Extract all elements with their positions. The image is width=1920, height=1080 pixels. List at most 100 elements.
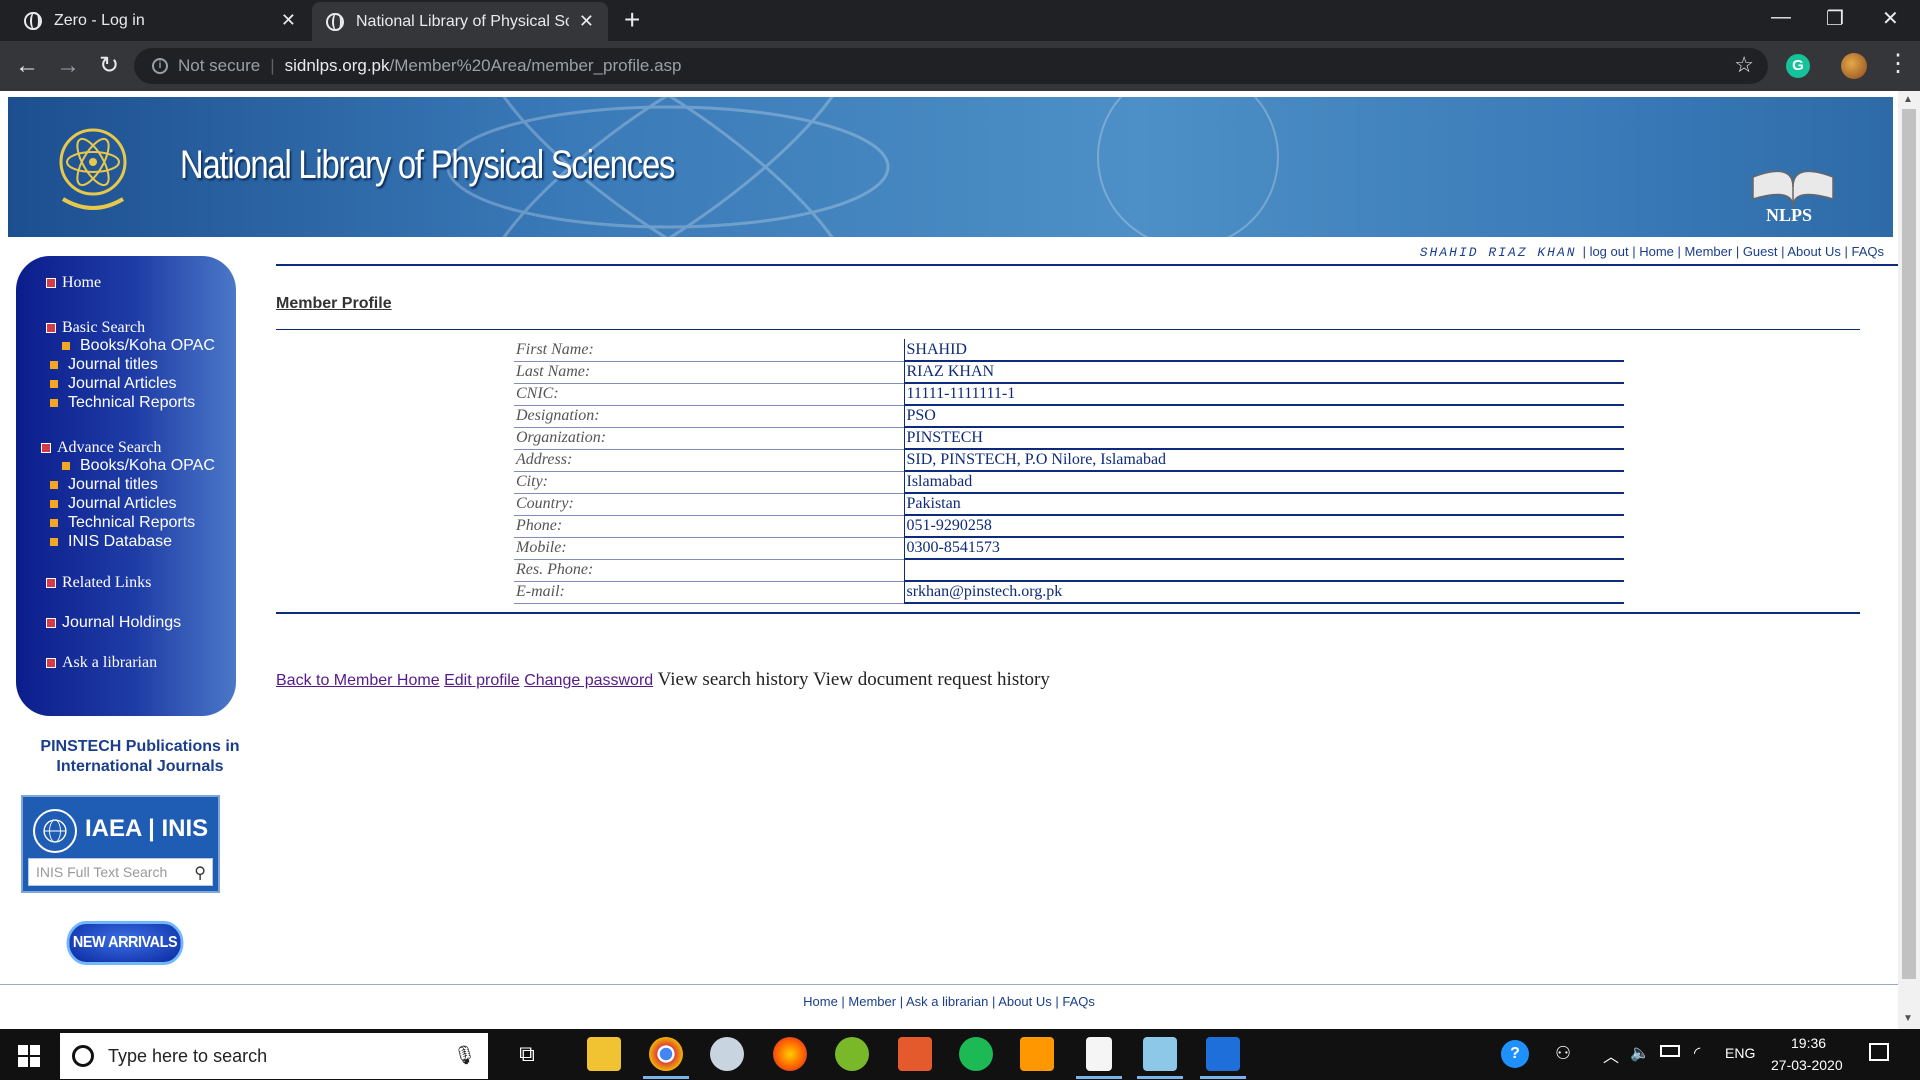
taskbar-search-box[interactable]: Type here to search 🎙 (60, 1033, 488, 1079)
window-close-icon[interactable]: ✕ (1882, 6, 1899, 31)
close-icon[interactable]: ✕ (579, 11, 594, 32)
utorrent-icon[interactable] (835, 1037, 869, 1071)
task-view-icon[interactable]: ⧉ (510, 1037, 544, 1071)
pinstech-publications-link[interactable]: PINSTECH Publications in International J… (30, 737, 250, 777)
close-icon[interactable]: ✕ (281, 10, 296, 31)
sidebar-sub-journal-titles[interactable]: Journal titles (50, 476, 158, 494)
clock-date[interactable]: 27-03-2020 (1771, 1057, 1843, 1073)
sidebar-item-home[interactable]: Home (46, 274, 101, 292)
bookmark-star-icon[interactable]: ☆ (1734, 52, 1754, 78)
change-password-link[interactable]: Change password (524, 672, 653, 689)
browser-tab[interactable]: Zero - Log in ✕ (10, 0, 310, 41)
footer-about-us-link[interactable]: About Us (998, 994, 1051, 1009)
profile-field-label: CNIC: (514, 383, 904, 406)
member-link[interactable]: Member (1685, 244, 1733, 259)
footer-faqs-link[interactable]: FAQs (1062, 994, 1095, 1009)
sidebar-sub-technical-reports[interactable]: Technical Reports (50, 514, 195, 532)
sidebar-sub-inis-database[interactable]: INIS Database (50, 533, 172, 551)
active-app-indicator (643, 1076, 689, 1079)
profile-field-label: Res. Phone: (514, 559, 904, 582)
battery-icon[interactable] (1660, 1045, 1680, 1057)
scroll-up-icon[interactable]: ▲ (1903, 94, 1913, 105)
about-us-link[interactable]: About Us (1787, 244, 1840, 259)
sidebar-sub-journal-articles[interactable]: Journal Articles (50, 375, 177, 393)
vertical-scrollbar[interactable]: ▲ ▼ (1898, 91, 1920, 1029)
sidebar-item-journal-holdings[interactable]: Journal Holdings (46, 614, 181, 632)
sidebar-item-basic-search[interactable]: Basic Search (46, 319, 145, 337)
menu-square-icon (41, 443, 51, 453)
view-document-request-history-text[interactable]: View document request history (813, 669, 1050, 690)
spotify-icon[interactable] (959, 1037, 993, 1071)
profile-row: Res. Phone: (514, 559, 1624, 582)
iaea-inis-widget: IAEA | INIS INIS Full Text Search ⚲ (21, 795, 220, 893)
sidebar-sub-books-koha[interactable]: Books/Koha OPAC (62, 337, 215, 355)
sidebar-sub-label: Journal titles (68, 476, 158, 493)
volume-icon[interactable]: 🔈 (1630, 1043, 1650, 1063)
forward-arrow-icon[interactable]: → (53, 51, 83, 81)
profile-row: Last Name: RIAZ KHAN (514, 361, 1624, 384)
office-app-icon[interactable] (898, 1037, 932, 1071)
sidebar-sub-journal-articles[interactable]: Journal Articles (50, 495, 177, 513)
home-link[interactable]: Home (1639, 244, 1674, 259)
search-icon[interactable]: ⚲ (194, 863, 206, 883)
profile-avatar[interactable] (1841, 53, 1867, 79)
footer-ask-librarian-link[interactable]: Ask a librarian (906, 994, 988, 1009)
sidebar-sub-label: Books/Koha OPAC (80, 457, 215, 474)
tab-title: National Library of Physical Scien (356, 12, 569, 30)
wifi-icon[interactable]: ◜ (1694, 1043, 1700, 1063)
view-search-history-text[interactable]: View search history (658, 669, 809, 690)
sidebar-sub-technical-reports[interactable]: Technical Reports (50, 394, 195, 412)
minimize-icon[interactable]: — (1771, 6, 1791, 29)
firefox-icon[interactable] (773, 1037, 807, 1071)
back-to-member-home-link[interactable]: Back to Member Home (276, 672, 440, 689)
sidebar-sub-books-koha[interactable]: Books/Koha OPAC (62, 457, 215, 475)
chrome-icon[interactable] (649, 1037, 683, 1071)
address-bar[interactable]: i Not secure | sidnlps.org.pk /Member%20… (134, 48, 1768, 84)
faqs-link[interactable]: FAQs (1851, 244, 1884, 259)
footer-member-link[interactable]: Member (848, 994, 896, 1009)
browser-tab-active[interactable]: National Library of Physical Scien ✕ (312, 2, 608, 41)
profile-field-label: Country: (514, 493, 904, 516)
grammarly-extension-icon[interactable]: G (1786, 54, 1810, 78)
windows-start-icon[interactable] (18, 1045, 40, 1067)
new-tab-icon[interactable]: + (624, 6, 640, 34)
scroll-down-icon[interactable]: ▼ (1903, 1013, 1913, 1024)
footer-home-link[interactable]: Home (803, 994, 838, 1009)
file-explorer-icon[interactable] (587, 1037, 621, 1071)
scroll-thumb[interactable] (1902, 109, 1916, 979)
app-icon[interactable] (1143, 1037, 1177, 1071)
sidebar-menu: Home Basic Search Books/Koha OPAC Journa… (16, 256, 236, 716)
new-arrivals-button[interactable]: NEW ARRIVALS (66, 921, 184, 965)
profile-field-value: RIAZ KHAN (903, 361, 1624, 384)
bullet-icon (62, 462, 70, 470)
sidebar-item-ask-librarian[interactable]: Ask a librarian (46, 654, 157, 672)
sidebar-item-advance-search[interactable]: Advance Search (41, 439, 161, 457)
divider (276, 264, 1898, 266)
restore-icon[interactable]: ❐ (1826, 6, 1844, 31)
bullet-icon (50, 538, 58, 546)
notification-icon[interactable] (1869, 1043, 1889, 1061)
people-icon[interactable]: ⚇ (1555, 1043, 1571, 1064)
logout-link[interactable]: log out (1590, 244, 1629, 259)
document-icon[interactable] (1086, 1037, 1112, 1071)
menu-dots-icon[interactable]: ⋮ (1886, 49, 1910, 78)
paint-icon[interactable] (710, 1037, 744, 1071)
inis-search-input[interactable]: INIS Full Text Search ⚲ (28, 858, 213, 886)
globe-icon (326, 12, 344, 31)
bullet-icon (62, 342, 70, 350)
app-icon[interactable] (1206, 1037, 1240, 1071)
clock-time[interactable]: 19:36 (1791, 1035, 1826, 1051)
sidebar-item-related-links[interactable]: Related Links (46, 574, 151, 592)
sidebar-sub-journal-titles[interactable]: Journal titles (50, 356, 158, 374)
info-icon[interactable]: i (152, 58, 168, 74)
edit-profile-link[interactable]: Edit profile (444, 672, 520, 689)
help-icon[interactable]: ? (1501, 1040, 1529, 1068)
microphone-icon[interactable]: 🎙 (453, 1045, 476, 1066)
language-indicator[interactable]: ENG (1725, 1045, 1755, 1061)
chevron-up-icon[interactable]: ︿ (1603, 1043, 1619, 1067)
back-arrow-icon[interactable]: ← (12, 51, 42, 81)
sidebar-sub-label: Journal Articles (68, 495, 177, 512)
reload-icon[interactable]: ↻ (94, 51, 124, 81)
sublime-text-icon[interactable] (1020, 1037, 1054, 1071)
guest-link[interactable]: Guest (1743, 244, 1778, 259)
